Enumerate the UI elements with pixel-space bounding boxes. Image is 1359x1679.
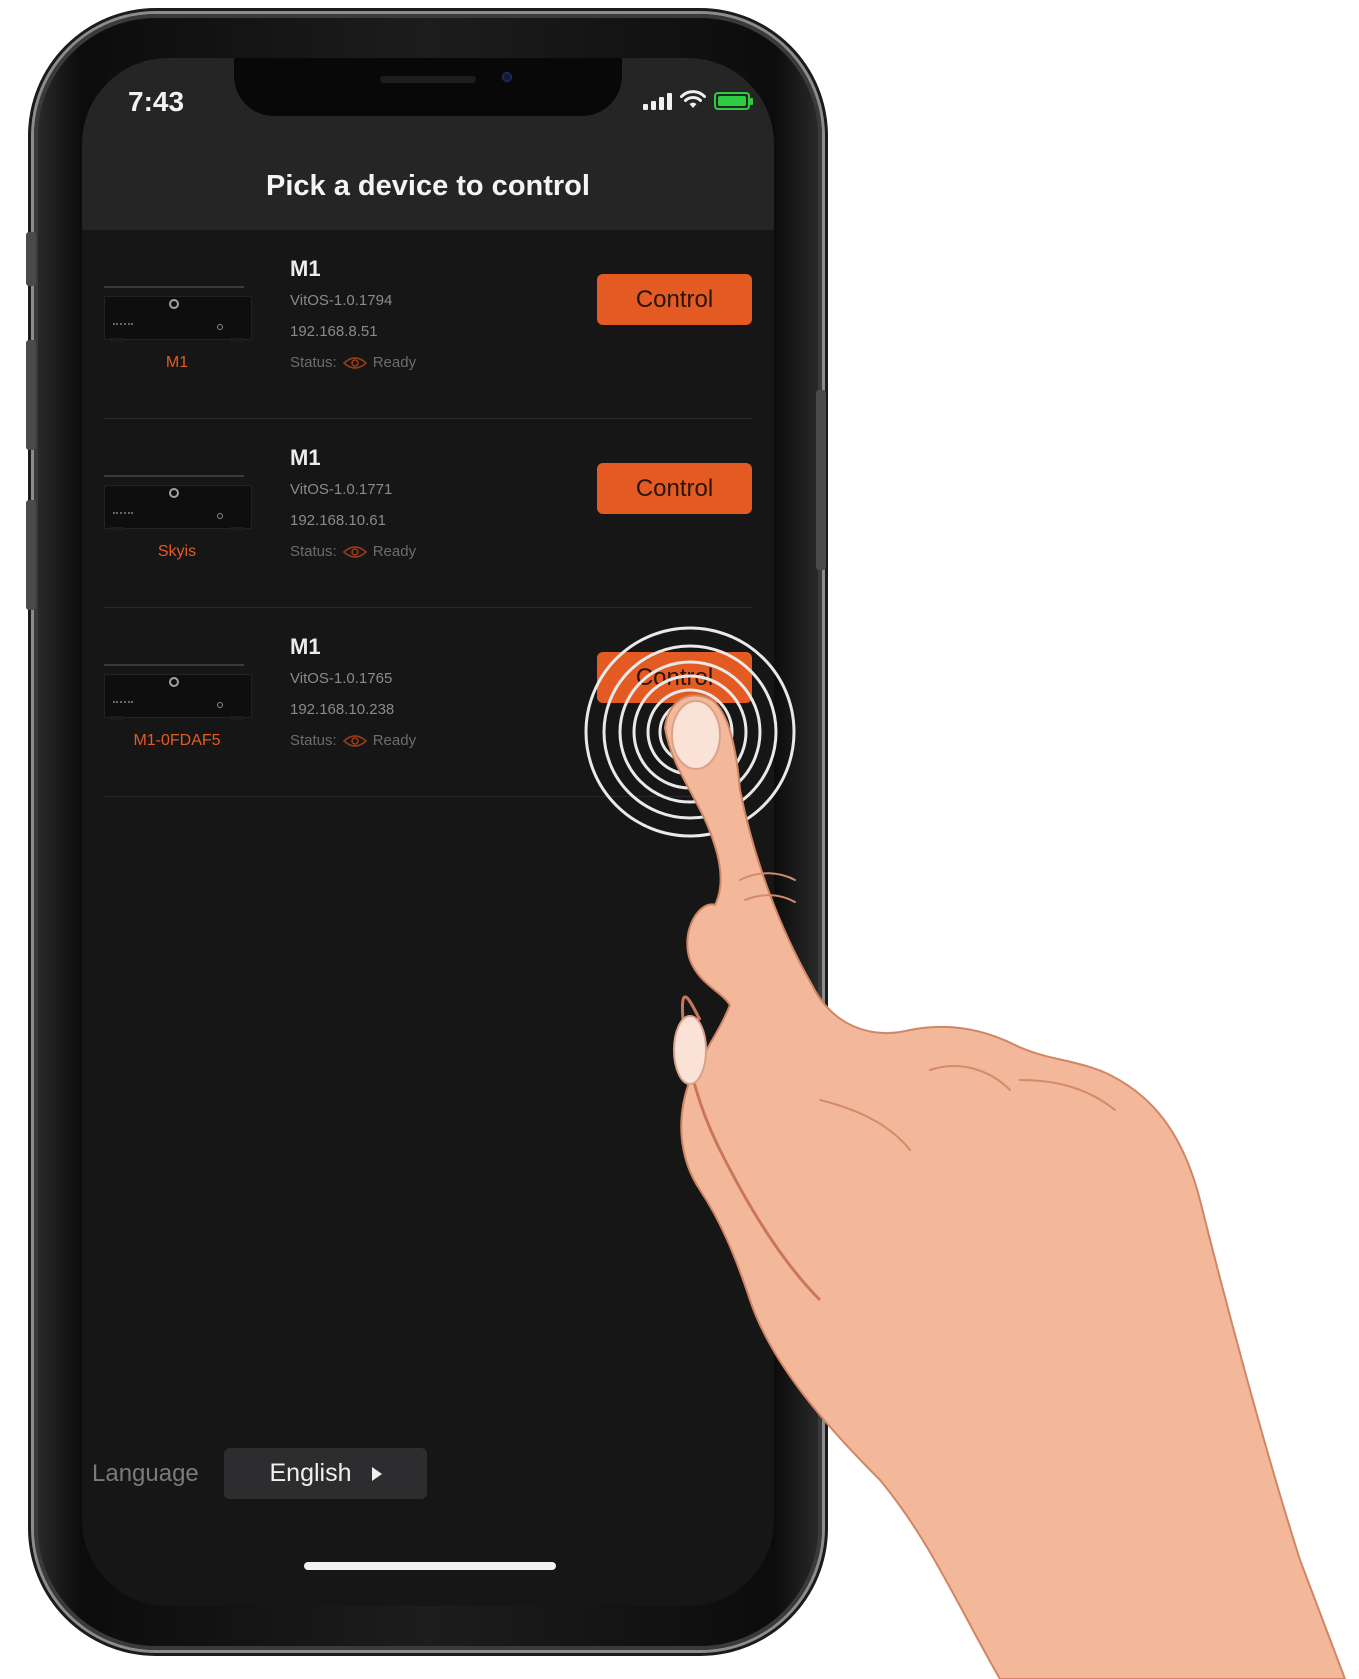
device-list: M1 M1 VitOS-1.0.1794 192.168.8.51 Status… [82, 230, 774, 797]
device-thumbnail [104, 475, 252, 537]
status-time: 7:43 [128, 86, 185, 117]
mute-switch [26, 232, 36, 286]
volume-down-button [26, 500, 36, 610]
device-status: Status: Ready [290, 732, 416, 749]
battery-icon [714, 92, 753, 110]
control-button[interactable]: Control [597, 463, 752, 514]
wifi-icon [680, 90, 706, 108]
notch [234, 58, 622, 116]
language-label: Language [92, 1460, 199, 1487]
eye-icon [342, 734, 367, 747]
power-button [816, 390, 826, 570]
eye-icon [342, 356, 367, 369]
device-thumbnail [104, 664, 252, 726]
status-value: Ready [372, 354, 417, 371]
device-firmware: VitOS-1.0.1794 [290, 292, 393, 309]
device-firmware: VitOS-1.0.1765 [290, 670, 393, 687]
device-thumb-label: Skyis [157, 543, 197, 560]
signal-icon [643, 92, 672, 110]
device-status: Status: Ready [290, 354, 416, 371]
device-ip: 192.168.10.61 [290, 512, 386, 529]
device-firmware: VitOS-1.0.1771 [290, 481, 393, 498]
front-camera [502, 72, 512, 82]
device-row: Skyis M1 VitOS-1.0.1771 192.168.10.61 St… [104, 419, 752, 608]
device-thumbnail [104, 286, 252, 348]
status-icons [643, 90, 753, 110]
device-ip: 192.168.10.238 [290, 701, 395, 718]
header: Pick a device to control [82, 158, 774, 230]
device-status: Status: Ready [290, 543, 416, 560]
device-name: M1 [290, 445, 321, 470]
phone-screen: 7:43 Pick a device to control M1 M1 VitO… [82, 58, 774, 1606]
status-value: Ready [372, 543, 417, 560]
status-label: Status: [290, 354, 337, 371]
device-thumb-label: M1 [165, 354, 189, 371]
device-name: M1 [290, 634, 321, 659]
control-button[interactable]: Control [597, 274, 752, 325]
status-value: Ready [372, 732, 417, 749]
caret-right-icon [371, 1466, 382, 1481]
language-value: English [269, 1459, 352, 1487]
device-ip: 192.168.8.51 [290, 323, 378, 340]
eye-icon [342, 545, 367, 558]
device-name: M1 [290, 256, 321, 281]
device-row: M1-0FDAF5 M1 VitOS-1.0.1765 192.168.10.2… [104, 608, 752, 797]
status-label: Status: [290, 543, 337, 560]
status-label: Status: [290, 732, 337, 749]
volume-up-button [26, 340, 36, 450]
device-thumb-label: M1-0FDAF5 [133, 732, 221, 749]
device-row: M1 M1 VitOS-1.0.1794 192.168.8.51 Status… [104, 230, 752, 419]
language-select[interactable]: English [224, 1448, 427, 1499]
speaker-grille [380, 76, 476, 83]
home-indicator[interactable] [304, 1562, 556, 1570]
page-title: Pick a device to control [266, 170, 590, 202]
control-button[interactable]: Control [597, 652, 752, 703]
